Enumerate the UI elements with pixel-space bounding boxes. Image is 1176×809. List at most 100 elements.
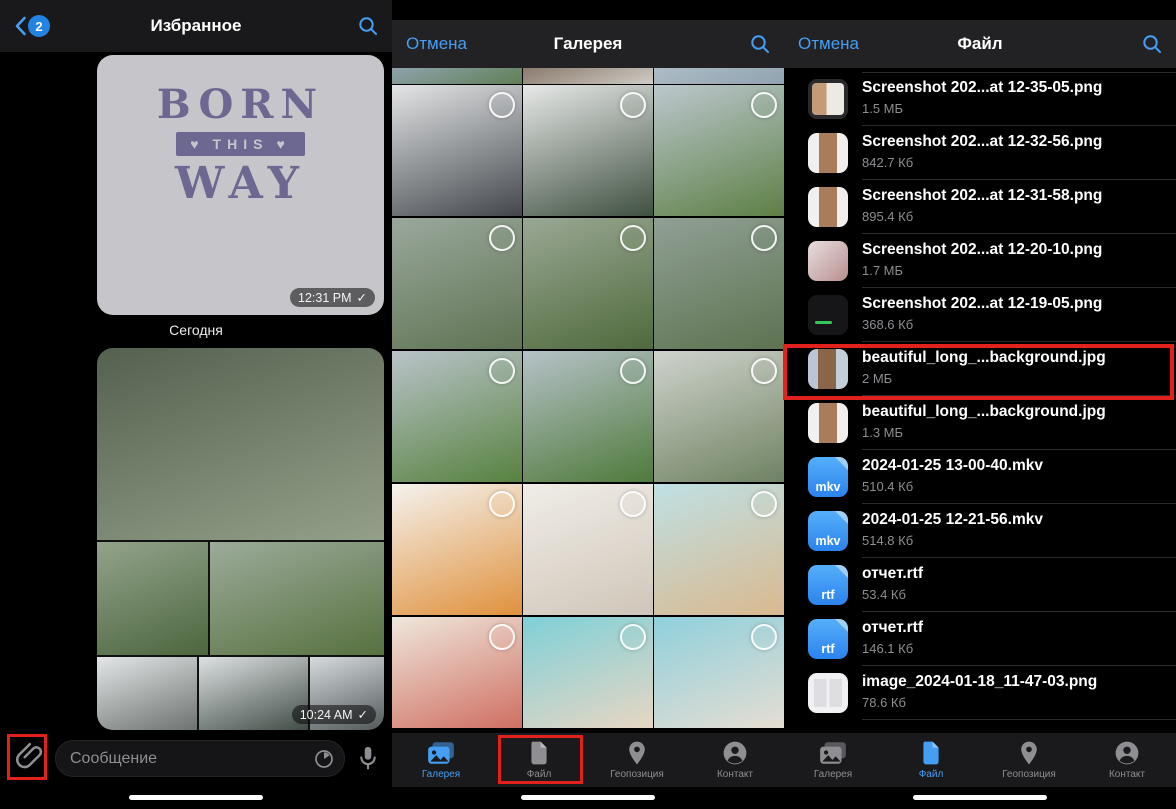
file-row[interactable]: Screenshot 202...at 12-32-56.png 842.7 Кб [784, 126, 1176, 180]
message-input[interactable] [55, 740, 345, 777]
tab-label: Геопозиция [1002, 769, 1056, 780]
selection-circle [751, 491, 777, 517]
white-kitten-photo[interactable] [523, 484, 653, 615]
photo-strip-3[interactable] [654, 68, 784, 84]
file-name: image_2024-01-18_11-47-03.png [862, 673, 1098, 690]
search-icon[interactable] [748, 32, 772, 56]
microphone-icon[interactable] [354, 744, 382, 774]
tab-contact[interactable]: Контакт [1078, 733, 1176, 787]
message-time-badge: 10:24 AM ✓ [291, 705, 376, 724]
family-on-fence-photo[interactable] [523, 218, 653, 349]
family-corgi-field-photo[interactable] [523, 351, 653, 482]
tab-file[interactable]: Файл [882, 733, 980, 787]
file-thumbnail [808, 241, 848, 281]
file-row[interactable]: Screenshot 202...at 12-19-05.png 368.6 Кб [784, 288, 1176, 342]
family-beach-walk-photo[interactable] [654, 617, 784, 728]
file-icon [524, 740, 554, 766]
family-dog-bench-lake-photo[interactable] [392, 218, 522, 349]
home-indicator[interactable] [521, 795, 655, 800]
selection-circle [751, 358, 777, 384]
file-row[interactable]: mkv 2024-01-25 12-21-56.mkv 514.8 Кб [784, 504, 1176, 558]
heart-glyph: ♥ [190, 136, 205, 152]
mkv-file-icon: mkv [808, 457, 848, 497]
chat-navbar: 2 Избранное [0, 0, 392, 52]
attach-paperclip-icon[interactable] [12, 738, 46, 778]
tab-label: Контакт [716, 769, 753, 780]
location-icon [622, 740, 652, 766]
family-corgi-field-wide-photo[interactable] [392, 351, 522, 482]
family-corgi-grass-photo[interactable] [654, 85, 784, 216]
orange-kitten-photo[interactable] [392, 484, 522, 615]
selection-circle [489, 491, 515, 517]
gallery-icon [818, 740, 848, 766]
cancel-button[interactable]: Отмена [406, 20, 467, 68]
file-row[interactable]: rtf отчет.rtf 53.4 Кб [784, 558, 1176, 612]
family-bench-dog-photo[interactable] [210, 542, 384, 655]
wedding-couple-snow-photo[interactable] [392, 85, 522, 216]
winter-wedding-photo-1[interactable] [97, 657, 197, 730]
tab-file[interactable]: Файл [490, 733, 588, 787]
family-beach-turquoise-photo[interactable] [523, 617, 653, 728]
file-size: 842.7 Кб [862, 155, 914, 170]
tab-label: Файл [918, 769, 944, 780]
home-indicator[interactable] [129, 795, 263, 800]
unread-count-badge: 2 [28, 15, 50, 37]
file-thumbnail [808, 349, 848, 389]
file-row[interactable]: image_2024-01-18_11-47-03.png 78.6 Кб [784, 666, 1176, 720]
search-icon[interactable] [356, 14, 380, 38]
timer-icon[interactable] [312, 747, 336, 771]
gallery-picker-panel: Отмена Галерея Галерея Файл Геопозиция Конт… [392, 0, 784, 809]
file-ext-label: mkv [815, 534, 841, 548]
tab-location[interactable]: Геопозиция [980, 733, 1078, 787]
file-picker-panel: Отмена Файл Screenshot 202...at 12-35-05… [784, 0, 1176, 809]
file-row[interactable]: mkv 2024-01-25 13-00-40.mkv 510.4 Кб [784, 450, 1176, 504]
winter-wedding-photo-2[interactable] [199, 657, 308, 730]
selection-circle [620, 92, 646, 118]
family-eating-lake-photo[interactable] [654, 218, 784, 349]
selection-circle [620, 225, 646, 251]
photo-strip-2[interactable] [523, 68, 653, 84]
search-icon[interactable] [1140, 32, 1164, 56]
message-time: 10:24 AM [299, 707, 353, 722]
heart-glyph: ♥ [276, 136, 291, 152]
message-time-badge: 12:31 PM ✓ [290, 288, 375, 307]
gallery-icon [426, 740, 456, 766]
family-kiss-closeup-photo[interactable] [654, 351, 784, 482]
file-thumbnail [808, 79, 848, 119]
file-row[interactable]: Screenshot 202...at 12-31-58.png 895.4 Кб [784, 180, 1176, 234]
file-size: 1.3 МБ [862, 425, 904, 440]
mkv-file-icon: mkv [808, 511, 848, 551]
family-watermelon-beach-photo[interactable] [392, 617, 522, 728]
file-row[interactable]: Screenshot 202...at 12-20-10.png 1.7 МБ [784, 234, 1176, 288]
tab-label: Геопозиция [610, 769, 664, 780]
family-picnic-lake-photo[interactable] [97, 348, 384, 540]
file-row[interactable]: beautiful_long_...background.jpg 1.3 МБ [784, 396, 1176, 450]
home-indicator[interactable] [913, 795, 1047, 800]
file-size: 53.4 Кб [862, 587, 906, 602]
back-button[interactable]: 2 [10, 14, 50, 38]
rtf-file-icon: rtf [808, 565, 848, 605]
family-beach-bucket-photo[interactable] [654, 484, 784, 615]
attachment-tab-bar: Галерея Файл Геопозиция Контакт [392, 733, 784, 787]
tab-contact[interactable]: Контакт [686, 733, 784, 787]
artwork-word-bottom: WAY [175, 158, 306, 209]
couple-kissing-snow-tree-photo[interactable] [523, 85, 653, 216]
album-message-bubble[interactable]: 10:24 AM ✓ [97, 348, 384, 730]
file-row[interactable]: beautiful_long_...background.jpg 2 МБ [784, 342, 1176, 396]
location-icon [1014, 740, 1044, 766]
rtf-file-icon: rtf [808, 619, 848, 659]
tab-gallery[interactable]: Галерея [784, 733, 882, 787]
file-thumbnail [808, 403, 848, 443]
photo-strip-1[interactable] [392, 68, 522, 84]
cancel-button[interactable]: Отмена [798, 20, 859, 68]
chat-panel: 2 Избранное BORN ♥ THIS ♥ WAY 12:31 PM ✓ [0, 0, 392, 809]
file-row[interactable]: Screenshot 202...at 12-35-05.png 1.5 МБ [784, 72, 1176, 126]
selection-circle [751, 225, 777, 251]
tab-location[interactable]: Геопозиция [588, 733, 686, 787]
file-row[interactable]: rtf отчет.rtf 146.1 Кб [784, 612, 1176, 666]
file-name: Screenshot 202...at 12-32-56.png [862, 133, 1103, 150]
file-thumbnail [808, 295, 848, 335]
sticker-message-bubble[interactable]: BORN ♥ THIS ♥ WAY 12:31 PM ✓ [97, 55, 384, 315]
family-fence-photo[interactable] [97, 542, 208, 655]
tab-gallery[interactable]: Галерея [392, 733, 490, 787]
